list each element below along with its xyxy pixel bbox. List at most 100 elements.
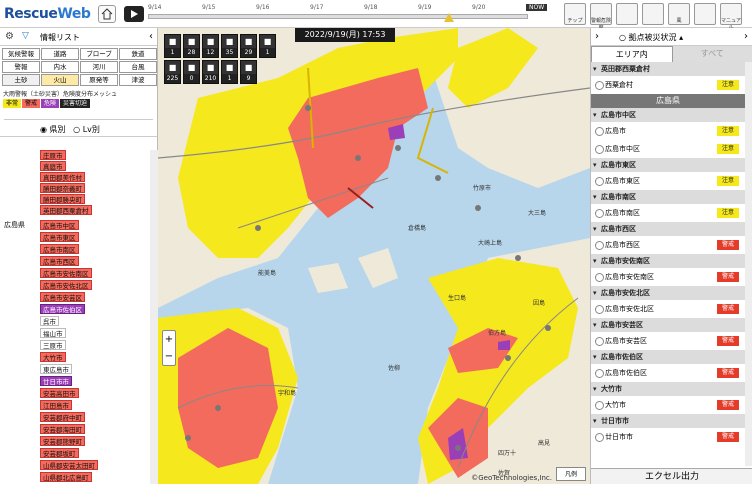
right-scrollbar[interactable] [745,62,752,466]
legend-button[interactable]: 凡例 [556,467,586,481]
list-item[interactable]: 勝田郡勝央町 [40,194,85,204]
base-item[interactable]: 広島市安佐北区警戒 [591,300,745,318]
list-item[interactable]: 勝田郡奈義町 [40,183,85,193]
group-header[interactable]: 広島市西区 [591,222,745,236]
list-item[interactable]: 広島市安佐北区 [40,280,92,290]
status-tile[interactable]: ■1 [164,34,181,58]
tool-button[interactable]: 警報危険度 [590,3,612,25]
tool-button[interactable]: 風 [668,3,690,25]
list-item[interactable]: 福山市 [40,328,66,338]
excel-export-button[interactable]: エクセル出力 [591,468,752,484]
status-tile[interactable]: ■0 [183,60,200,84]
group-header[interactable]: 廿日市市 [591,414,745,428]
group-header[interactable]: 広島市中区 [591,108,745,122]
category-8[interactable]: 土砂 [2,74,40,86]
group-header[interactable]: 広島市安佐南区 [591,254,745,268]
list-item[interactable]: 廿日市市 [40,376,72,386]
list-item[interactable]: 江田島市 [40,400,72,410]
status-tile[interactable]: ■28 [183,34,200,58]
filter-icon[interactable]: ▽ [22,31,29,41]
base-item[interactable]: 広島市南区注意 [591,204,745,222]
category-7[interactable]: 台風 [119,61,157,73]
map-area[interactable]: 2022/9/19(月) 17:53 +− ©GeoTechnologies,I… [158,28,590,484]
radio-level[interactable]: ○ Lv別 [73,125,100,134]
status-tile[interactable]: ■9 [240,60,257,84]
category-2[interactable]: ブローブ [80,48,118,60]
list-item[interactable]: 安芸郡熊野町 [40,436,85,446]
base-item[interactable]: 広島市中区注意 [591,140,745,158]
now-label[interactable]: NOW [526,4,547,11]
list-item[interactable]: 安芸高田市 [40,388,79,398]
base-item[interactable]: 広島市注意 [591,122,745,140]
radio-pref[interactable]: ◉ 県別 [40,125,66,134]
category-3[interactable]: 鉄道 [119,48,157,60]
timeline-bar[interactable] [148,14,528,19]
base-item[interactable]: 広島市安佐南区警戒 [591,268,745,286]
base-item[interactable]: 広島市西区警戒 [591,236,745,254]
category-10[interactable]: 原発等 [80,74,118,86]
timeline-thumb[interactable] [444,13,454,22]
category-0[interactable]: 気候警報 [2,48,40,60]
list-item[interactable]: 広島市南区 [40,244,79,254]
collapse-left-icon[interactable]: ‹ [149,31,153,42]
group-header[interactable]: 広島市安芸区 [591,318,745,332]
tool-button[interactable] [642,3,664,25]
tab-all[interactable]: すべて [673,46,752,62]
status-tile[interactable]: ■1 [259,34,276,58]
list-item[interactable]: 真田郡美作村 [40,172,85,182]
base-item[interactable]: 西粟倉村注意 [591,76,745,94]
group-header[interactable]: 広島市南区 [591,190,745,204]
list-item[interactable]: 広島市東区 [40,232,79,242]
category-11[interactable]: 津波 [119,74,157,86]
tool-button[interactable] [616,3,638,25]
list-item[interactable]: 呉市 [40,316,59,326]
status-tile[interactable]: ■29 [240,34,257,58]
category-6[interactable]: 河川 [80,61,118,73]
list-item[interactable]: 広島市中区 [40,220,79,230]
status-tile[interactable]: ■210 [202,60,219,84]
category-4[interactable]: 警報 [2,61,40,73]
category-9[interactable]: 火山 [41,74,79,86]
tool-button[interactable]: チップ [564,3,586,25]
status-tile[interactable]: ■1 [221,60,238,84]
list-item[interactable]: 真庭市 [40,161,66,171]
base-item[interactable]: 大竹市警戒 [591,396,745,414]
app-logo[interactable]: RescueWeb [4,6,90,22]
tool-button[interactable]: マニュアル [720,3,742,25]
group-header[interactable]: 広島市東区 [591,158,745,172]
base-item[interactable]: 広島市安芸区警戒 [591,332,745,350]
list-item[interactable]: 東広島市 [40,364,72,374]
list-item[interactable]: 山県郡北広島町 [40,472,92,482]
tool-button[interactable] [694,3,716,25]
group-header[interactable]: 広島市安佐北区 [591,286,745,300]
map-canvas[interactable] [158,28,590,484]
group-header[interactable]: 広島市佐伯区 [591,350,745,364]
list-item[interactable]: 山県郡安芸太田町 [40,460,98,470]
pref-header[interactable]: 広島県 [591,94,745,108]
zoom-out-button[interactable]: − [163,348,175,365]
zoom-in-button[interactable]: + [163,331,175,348]
category-5[interactable]: 内水 [41,61,79,73]
right-close-icon[interactable]: › [744,31,748,42]
home-button[interactable] [98,5,116,23]
gear-icon[interactable]: ⚙ [5,31,14,42]
base-item[interactable]: 広島市佐伯区警戒 [591,364,745,382]
list-item[interactable]: 安芸郡府中町 [40,412,85,422]
play-button[interactable] [124,6,144,22]
left-scrollbar[interactable] [150,150,158,484]
list-item[interactable]: 広島市安佐南区 [40,268,92,278]
list-item[interactable]: 広島市佐伯区 [40,304,85,314]
collapse-right-icon[interactable]: › [595,31,599,42]
group-header[interactable]: 英田郡西粟倉村 [591,62,745,76]
group-header[interactable]: 大竹市 [591,382,745,396]
list-item[interactable]: 安芸郡海田町 [40,424,85,434]
timeline[interactable]: 9/149/159/169/179/189/199/209/21 NOW [148,4,558,24]
status-tile[interactable]: ■12 [202,34,219,58]
opacity-slider[interactable] [4,110,153,120]
base-item[interactable]: 広島市東区注意 [591,172,745,190]
list-item[interactable]: 三原市 [40,340,66,350]
zoom-control[interactable]: +− [162,330,176,366]
list-item[interactable]: 庄原市 [40,150,66,160]
status-tile[interactable]: ■225 [164,60,181,84]
list-item[interactable]: 安芸郡坂町 [40,448,79,458]
